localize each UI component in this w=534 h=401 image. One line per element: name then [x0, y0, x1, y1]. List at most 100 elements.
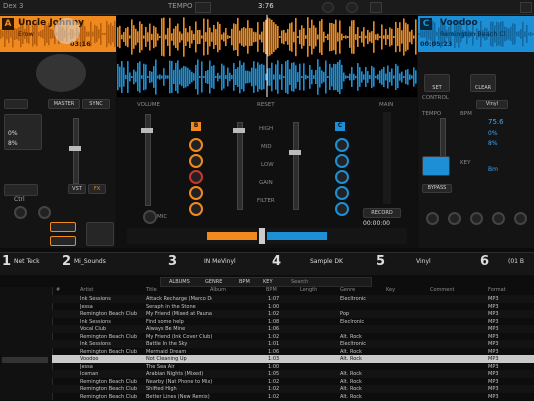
channel-b-fader[interactable] — [237, 122, 243, 210]
deck-a-pitch-fader[interactable] — [73, 118, 79, 184]
deck-slot-6[interactable]: 6 (01 B — [480, 254, 532, 271]
deck-c-key-value: Bm — [488, 166, 498, 173]
col-format[interactable]: Format — [488, 287, 506, 293]
deck-a-master-button[interactable]: MASTER — [48, 99, 80, 109]
table-cell: MP3 — [488, 363, 499, 370]
ch-b-gain-knob[interactable] — [189, 186, 203, 200]
deck-slot-3[interactable]: 3 IN MeVinyl — [168, 254, 270, 271]
deck-slot-2[interactable]: 2 Mi_Sounds — [62, 254, 164, 271]
ch-c-low-knob[interactable] — [335, 170, 349, 184]
deck-slot-name: Mi_Sounds — [74, 258, 106, 265]
table-cell: Alt. Rock — [340, 393, 362, 400]
deck-a-pitch-value: 0% — [8, 130, 18, 137]
col-key[interactable]: Key — [386, 287, 395, 293]
deck-a-vinyl-button[interactable] — [4, 99, 28, 109]
gear-icon[interactable] — [322, 2, 334, 13]
table-cell: MP3 — [488, 318, 499, 325]
channel-c-fader-cap[interactable] — [289, 150, 301, 155]
waveform-canvas[interactable] — [117, 15, 417, 97]
deck-c-fx-knob-5[interactable] — [514, 212, 527, 225]
col-comment[interactable]: Comment — [430, 287, 455, 293]
channel-b-fader-cap[interactable] — [233, 128, 245, 133]
deck-a-fx-button[interactable]: FX — [88, 184, 106, 194]
crossfader-cap[interactable] — [259, 228, 265, 244]
tab-bpm[interactable]: BPM — [239, 279, 250, 285]
filter-label: FILTER — [257, 198, 275, 204]
fullscreen-icon[interactable] — [370, 2, 382, 13]
ch-b-high-knob[interactable] — [189, 138, 203, 152]
deck-a-play-button[interactable] — [86, 222, 114, 246]
table-cell: MP3 — [488, 341, 499, 347]
table-cell: Pop — [340, 311, 350, 317]
channel-c-fader[interactable] — [293, 122, 299, 210]
record-time: 00:00:00 — [363, 220, 390, 227]
deck-a-sync-button[interactable]: SYNC — [82, 99, 110, 109]
deck-c-fx-knob-2[interactable] — [448, 212, 461, 225]
sidebar-item-selected[interactable] — [2, 357, 48, 363]
deck-c-fx-knob-1[interactable] — [426, 212, 439, 225]
ch-b-low-knob[interactable] — [189, 170, 203, 184]
deck-c-pitch-value: 0% — [488, 130, 498, 137]
table-cell: 1:06 — [268, 326, 280, 332]
deck-a-pitch-range[interactable]: 8% — [8, 140, 18, 147]
deck-c-play-button[interactable] — [422, 156, 450, 176]
deck-c-control-label: CONTROL — [422, 95, 449, 101]
record-button[interactable]: RECORD — [363, 208, 401, 218]
col-length[interactable]: Length — [300, 287, 317, 293]
ch-b-mid-knob[interactable] — [189, 154, 203, 168]
ch-c-filter-knob[interactable] — [335, 202, 349, 216]
main-volume-cap[interactable] — [141, 128, 153, 133]
settings-icon[interactable] — [520, 2, 532, 13]
deck-c-clear-button[interactable]: CLEAR — [470, 74, 496, 92]
table-cell: MP3 — [488, 303, 499, 310]
deck-c-time: 00:05:23 — [420, 40, 453, 48]
main-waveform[interactable] — [117, 15, 417, 97]
deck-a-loop-in[interactable] — [50, 222, 76, 232]
ch-b-filter-knob[interactable] — [189, 202, 203, 216]
deck-slot-4[interactable]: 4 Sample DK — [272, 254, 374, 271]
table-row[interactable]: Remington Beach Club Better Lines (New Re… — [52, 393, 534, 401]
deck-c-title: Remington Beach Cl — [440, 30, 506, 38]
tab-albums[interactable]: ALBUMS — [169, 279, 190, 285]
deck-slot-name: Sample DK — [310, 258, 343, 265]
ch-c-mid-knob[interactable] — [335, 154, 349, 168]
tab-genre[interactable]: GENRE — [205, 279, 222, 285]
table-cell: MP3 — [488, 348, 499, 355]
tab-key[interactable]: KEY — [263, 279, 273, 285]
col-bpm[interactable]: BPM — [266, 287, 277, 293]
search-input[interactable]: Search — [291, 279, 308, 285]
ch-c-high-knob[interactable] — [335, 138, 349, 152]
deck-a-pitch-fader-cap[interactable] — [69, 146, 81, 151]
table-cell: Arabian Nights (Mixed) — [146, 371, 204, 377]
deck-c-letter: C — [420, 18, 432, 30]
col-title[interactable]: Title — [146, 287, 157, 293]
deck-a-vst-button[interactable]: VST — [68, 184, 86, 194]
deck-a-filter-knob[interactable] — [14, 206, 27, 219]
deck-slot-5[interactable]: 5 Vinyl — [376, 254, 478, 271]
deck-a-cue-button[interactable] — [4, 184, 38, 196]
col-album[interactable]: Album — [210, 287, 226, 293]
col-artist[interactable]: Artist — [80, 287, 93, 293]
deck-c-fx-knob-3[interactable] — [470, 212, 483, 225]
col-number[interactable]: # — [56, 287, 60, 293]
deck-a-fx-knob[interactable] — [38, 206, 51, 219]
deck-c-fx-knob-4[interactable] — [492, 212, 505, 225]
record-icon[interactable] — [346, 2, 358, 13]
deck-slot-number: 1 — [2, 254, 12, 269]
top-toolbar: Dex 3 TEMPO 3:76 — [0, 0, 534, 15]
sync-icon[interactable] — [195, 2, 211, 13]
high-label: HIGH — [259, 126, 274, 132]
ch-c-gain-knob[interactable] — [335, 186, 349, 200]
deck-c-pitch-range[interactable]: 8% — [488, 140, 498, 147]
deck-a-loop-out[interactable] — [50, 236, 76, 246]
table-cell: 1:01 — [268, 341, 280, 347]
table-cell: Ink Sessions — [80, 341, 111, 347]
mic-knob[interactable] — [143, 210, 157, 224]
col-genre[interactable]: Genre — [340, 287, 355, 293]
deck-c-set-button[interactable]: SET — [424, 74, 450, 92]
deck-c-artist: Voodoo — [440, 18, 478, 28]
crossfader-area — [127, 228, 407, 244]
deck-c-vinyl-select[interactable]: Vinyl — [476, 100, 508, 109]
table-cell: MP3 — [488, 356, 499, 362]
deck-c-bypass-button[interactable]: BYPASS — [422, 184, 452, 193]
